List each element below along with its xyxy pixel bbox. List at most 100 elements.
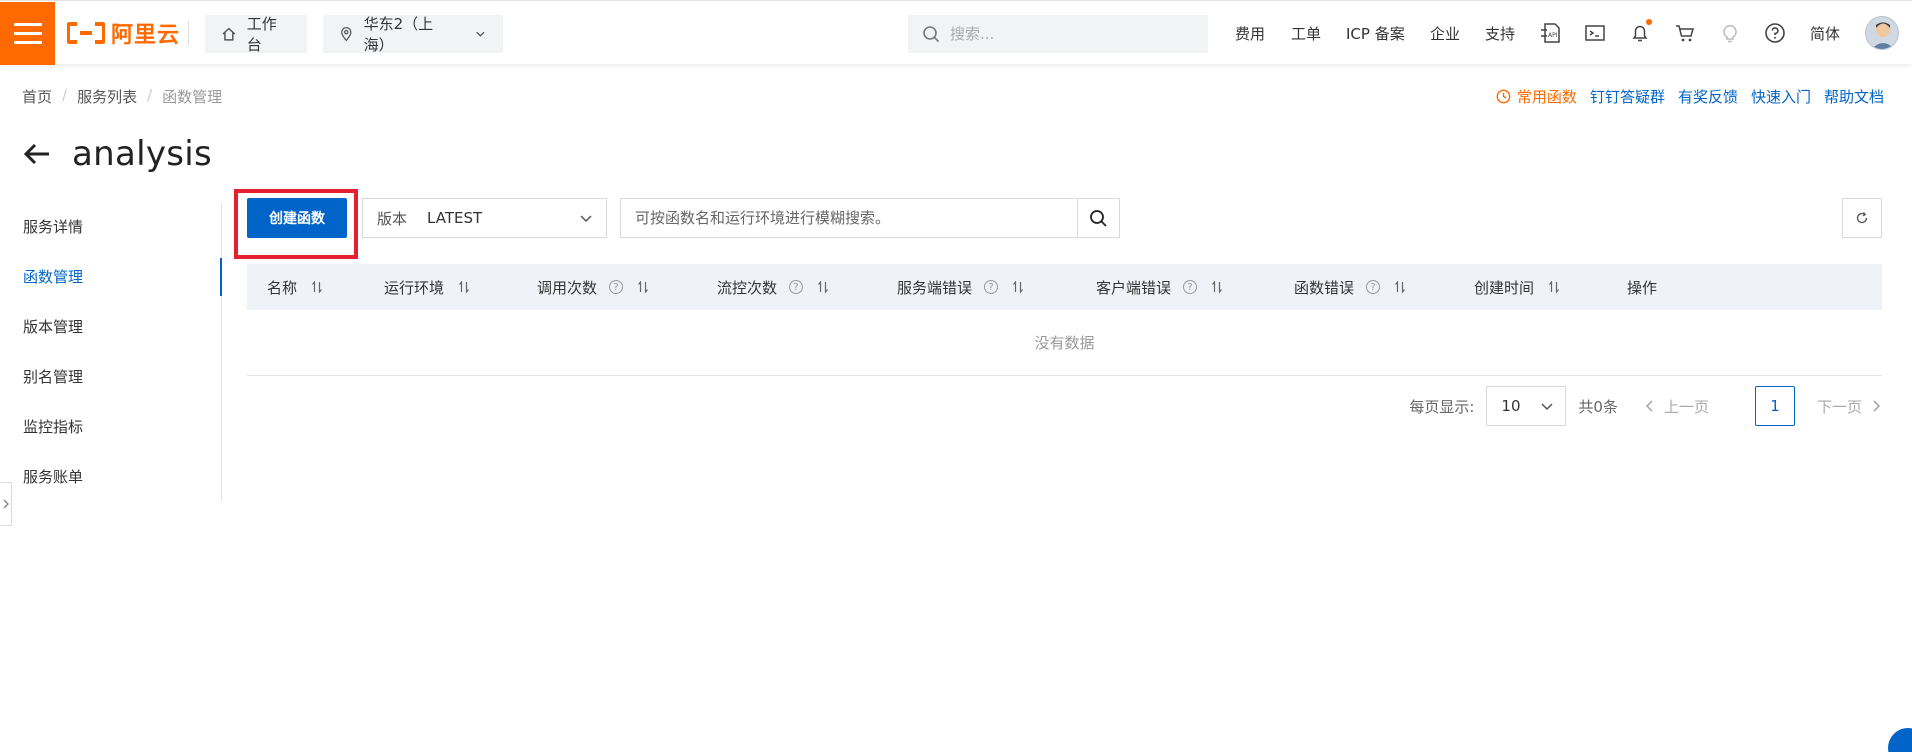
table-header: 名称 运行环境 调用次数 ? 流控次数 ? 服务端错误 ? 客户端错误 ? 函数… <box>247 264 1882 310</box>
feedback-link[interactable]: 有奖反馈 <box>1678 86 1738 107</box>
column-header-actions: 操作 <box>1627 264 1657 310</box>
top-navbar: 阿里云 工作台 华东2（上海） 费用 工单 ICP 备案 企业 支持 API <box>0 0 1912 65</box>
column-header-name: 名称 <box>267 264 323 310</box>
sort-icon[interactable] <box>1394 281 1406 293</box>
hamburger-menu-icon[interactable] <box>0 2 55 65</box>
per-page-label: 每页显示: <box>1409 397 1475 416</box>
column-header-client-errors: 客户端错误 ? <box>1096 264 1223 310</box>
nav-link-fees[interactable]: 费用 <box>1235 23 1265 44</box>
terminal-icon[interactable] <box>1583 21 1607 45</box>
sidenav-item-alias-management[interactable]: 别名管理 <box>0 352 221 402</box>
column-label: 操作 <box>1627 278 1658 297</box>
pagination: 每页显示: 10 共0条 上一页 1 下一页 <box>1409 386 1882 426</box>
next-page-button[interactable]: 下一页 <box>1817 396 1882 417</box>
column-header-invocations: 调用次数 ? <box>537 264 649 310</box>
chevron-down-icon <box>476 31 485 37</box>
sidenav-item-function-management[interactable]: 函数管理 <box>0 252 222 302</box>
sidenav-collapse-toggle[interactable] <box>0 482 12 526</box>
favorite-functions-label: 常用函数 <box>1516 88 1577 106</box>
region-selector[interactable]: 华东2（上海） <box>323 15 503 54</box>
api-icon[interactable]: API <box>1538 21 1562 45</box>
sidenav-item-service-bill[interactable]: 服务账单 <box>0 452 221 502</box>
column-label: 名称 <box>267 278 298 297</box>
breadcrumb-separator: / <box>147 86 153 104</box>
help-icon[interactable] <box>1763 21 1787 45</box>
bell-icon[interactable] <box>1628 19 1652 45</box>
create-function-button[interactable]: 创建函数 <box>247 198 347 238</box>
functions-table: 名称 运行环境 调用次数 ? 流控次数 ? 服务端错误 ? 客户端错误 ? 函数… <box>247 264 1882 376</box>
chevron-down-icon <box>1541 403 1553 411</box>
chevron-down-icon <box>580 215 592 223</box>
nav-link-tickets[interactable]: 工单 <box>1291 23 1321 44</box>
nav-link-icp[interactable]: ICP 备案 <box>1346 23 1405 44</box>
location-pin-icon <box>341 27 352 42</box>
column-header-server-errors: 服务端错误 ? <box>897 264 1024 310</box>
help-circle-icon[interactable]: ? <box>984 280 999 294</box>
avatar-icon <box>1871 22 1895 49</box>
search-icon <box>1090 209 1107 227</box>
sort-icon[interactable] <box>817 281 829 293</box>
help-docs-link[interactable]: 帮助文档 <box>1824 86 1884 107</box>
notification-dot <box>1646 19 1652 25</box>
column-label: 流控次数 <box>717 278 778 297</box>
global-search[interactable] <box>908 15 1208 53</box>
help-circle-icon[interactable]: ? <box>1366 280 1381 294</box>
help-circle-icon[interactable]: ? <box>1183 280 1198 294</box>
sidenav-item-service-details[interactable]: 服务详情 <box>0 202 221 252</box>
sort-icon[interactable] <box>637 281 649 293</box>
page-number-current[interactable]: 1 <box>1754 386 1795 426</box>
page-size-value: 10 <box>1501 397 1521 415</box>
top-divider <box>188 21 189 45</box>
aliyun-logo[interactable]: 阿里云 <box>67 17 180 49</box>
page-header: analysis <box>22 134 212 174</box>
sort-icon[interactable] <box>311 281 323 293</box>
search-button[interactable] <box>1077 199 1119 237</box>
lightbulb-icon[interactable] <box>1718 21 1742 45</box>
refresh-button[interactable] <box>1842 198 1882 238</box>
workbench-label: 工作台 <box>246 15 277 54</box>
sort-icon[interactable] <box>1211 281 1223 293</box>
nav-link-enterprise[interactable]: 企业 <box>1430 23 1460 44</box>
function-search-input[interactable] <box>621 199 1077 237</box>
column-label: 客户端错误 <box>1096 278 1172 297</box>
function-search <box>620 198 1120 238</box>
clock-icon <box>1496 89 1511 104</box>
svg-text:API: API <box>1548 32 1558 39</box>
global-search-input[interactable] <box>950 25 1190 43</box>
version-select[interactable]: 版本 LATEST <box>362 198 607 238</box>
prev-page-label: 上一页 <box>1663 397 1709 416</box>
prev-page-button[interactable]: 上一页 <box>1644 396 1709 417</box>
quick-start-link[interactable]: 快速入门 <box>1751 86 1811 107</box>
sidenav-item-version-management[interactable]: 版本管理 <box>0 302 221 352</box>
user-avatar[interactable] <box>1865 16 1899 50</box>
floating-assistant-button[interactable] <box>1888 728 1912 752</box>
region-label: 华东2（上海） <box>363 15 434 54</box>
sidenav-item-monitoring[interactable]: 监控指标 <box>0 402 221 452</box>
breadcrumb-service-list[interactable]: 服务列表 <box>77 86 137 107</box>
back-arrow-icon[interactable] <box>22 139 52 169</box>
page-title: analysis <box>72 134 213 174</box>
workbench-button[interactable]: 工作台 <box>205 15 307 54</box>
favorite-functions-link[interactable]: 常用函数 <box>1496 86 1577 107</box>
help-circle-icon[interactable]: ? <box>609 280 624 294</box>
column-header-created-time: 创建时间 <box>1474 264 1560 310</box>
breadcrumb-home[interactable]: 首页 <box>22 86 52 107</box>
column-label: 服务端错误 <box>897 278 973 297</box>
column-label: 创建时间 <box>1474 278 1535 297</box>
help-circle-icon[interactable]: ? <box>789 280 804 294</box>
column-header-throttles: 流控次数 ? <box>717 264 829 310</box>
empty-text: 没有数据 <box>1034 334 1095 352</box>
home-icon <box>222 27 236 41</box>
nav-link-support[interactable]: 支持 <box>1485 23 1515 44</box>
sort-icon[interactable] <box>1012 281 1024 293</box>
cart-icon[interactable] <box>1673 21 1697 45</box>
sort-icon[interactable] <box>1548 281 1560 293</box>
breadcrumb-separator: / <box>62 86 68 104</box>
dingtalk-group-link[interactable]: 钉钉答疑群 <box>1590 86 1665 107</box>
sort-icon[interactable] <box>458 281 470 293</box>
language-switch[interactable]: 简体 <box>1810 23 1840 44</box>
page-size-select[interactable]: 10 <box>1486 386 1567 426</box>
breadcrumb-current: 函数管理 <box>162 88 223 106</box>
column-label: 调用次数 <box>537 278 598 297</box>
next-page-label: 下一页 <box>1816 397 1862 416</box>
